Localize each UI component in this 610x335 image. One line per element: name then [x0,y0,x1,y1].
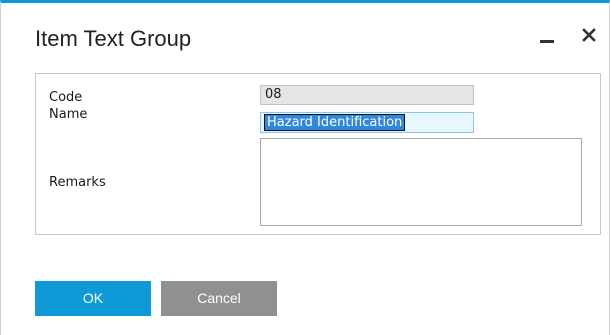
code-label: Code [49,90,83,105]
item-text-group-window: Item Text Group Code 08 Name Hazard Iden… [0,0,610,335]
code-field: 08 [260,85,474,105]
title-bar: Item Text Group [1,3,609,51]
name-label: Name [49,107,88,122]
name-field[interactable]: Hazard Identification [260,112,474,133]
minimize-icon[interactable] [537,25,557,45]
window-title: Item Text Group [35,26,192,51]
remarks-label: Remarks [49,175,106,190]
form-panel: Code 08 Name Hazard Identification Remar… [35,73,601,235]
ok-button[interactable]: OK [35,281,151,316]
name-field-value: Hazard Identification [263,114,406,131]
close-icon[interactable] [579,25,599,45]
remarks-field[interactable] [260,138,582,226]
cancel-button[interactable]: Cancel [161,281,277,316]
close-icon-glyph [582,28,596,42]
